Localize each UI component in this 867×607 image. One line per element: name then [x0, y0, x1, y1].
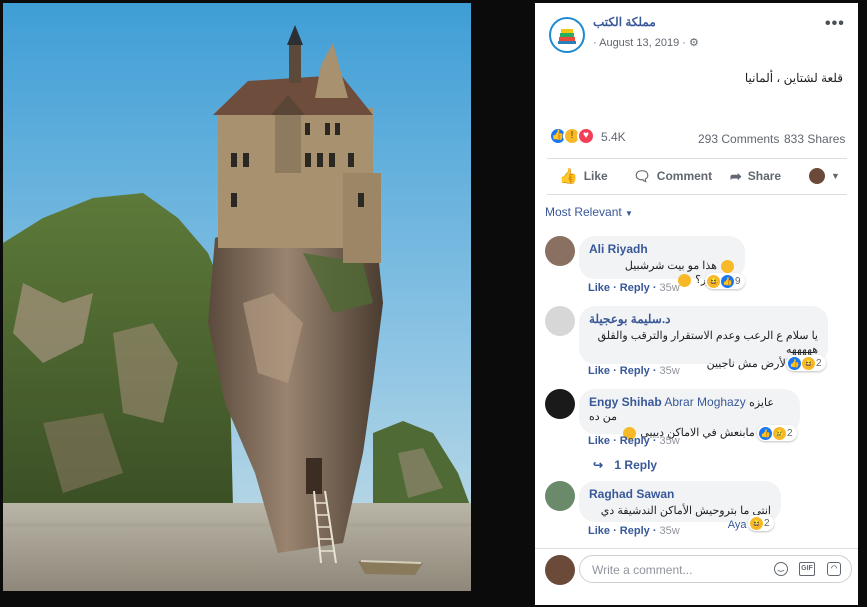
reaction-icons[interactable]: 👍 ! ♥	[549, 127, 599, 145]
post-text: قلعة لشتاين ، ألمانيا	[744, 71, 843, 85]
sort-label: Most Relevant	[545, 205, 622, 219]
write-comment-input[interactable]: Write a comment... ‿ GIF ◠	[579, 555, 852, 583]
more-options-button[interactable]: •••	[825, 15, 845, 33]
haha-reaction-icon: 😆	[707, 274, 720, 288]
comment-reaction-count: 9	[735, 275, 741, 287]
caret-down-icon: ▼	[625, 209, 633, 218]
reaction-count[interactable]: 5.4K	[601, 130, 626, 144]
like-button[interactable]: 👍 Like	[559, 161, 608, 191]
comment-bubble-icon: 🗨	[633, 167, 651, 184]
like-label: Like	[583, 169, 608, 183]
smile-icon[interactable]: ‿	[774, 562, 788, 576]
divider	[547, 194, 847, 195]
comment-author[interactable]: Raghad Sawan	[589, 487, 771, 501]
divider	[547, 158, 847, 159]
love-reaction-icon: ♥	[577, 127, 595, 145]
gear-icon: ⚙	[689, 37, 699, 49]
comment-like-link[interactable]: Like	[588, 435, 610, 447]
view-replies-label: 1 Reply	[614, 458, 658, 472]
caret-down-icon: ▼	[831, 171, 840, 181]
comment-actions: Like · Reply · 35w	[588, 282, 680, 294]
screen: مملكة الكتب · August 13, 2019 · ⚙ ••• قل…	[0, 0, 867, 607]
comment-actions: Like · Reply · 35w	[588, 365, 680, 377]
like-reaction-icon: 👍	[788, 356, 801, 370]
comment-author[interactable]: Ali Riyadh	[589, 242, 735, 256]
comment-reactions[interactable]: 😆 2	[748, 515, 774, 531]
comment-author[interactable]: Engy Shihab	[589, 395, 662, 409]
reply-arrow-icon: ↪	[593, 458, 604, 472]
comment-like-link[interactable]: Like	[588, 282, 610, 294]
commenter-avatar[interactable]	[545, 236, 575, 266]
view-replies-link[interactable]: ↪ 1 Reply	[593, 458, 657, 472]
haha-reaction-icon: 😆	[750, 516, 763, 530]
comment-actions: Like · Reply · 35w	[588, 525, 680, 537]
post-date-text[interactable]: · August 13, 2019 ·	[593, 37, 686, 49]
user-avatar	[809, 168, 825, 184]
comment-button[interactable]: 🗨 Comment	[633, 161, 712, 191]
post-panel: مملكة الكتب · August 13, 2019 · ⚙ ••• قل…	[535, 3, 858, 605]
divider	[535, 548, 858, 549]
comment-text-line1: يا سلام ع الرعب وعدم الاستقرار والترقب و…	[597, 330, 818, 356]
comment-like-link[interactable]: Like	[588, 525, 610, 537]
comment-time[interactable]: 35w	[660, 365, 680, 377]
comment-actions: Like · Reply · 35w	[588, 435, 680, 447]
comment-reactions[interactable]: 😆 👍 9	[705, 273, 745, 289]
post-as-menu[interactable]: ▼	[809, 161, 840, 191]
comment-reactions[interactable]: 👍 😢 2	[757, 425, 797, 441]
commenter-avatar[interactable]	[545, 389, 575, 419]
post-date[interactable]: · August 13, 2019 · ⚙	[593, 36, 699, 49]
commenter-avatar[interactable]	[545, 481, 575, 511]
comment-reactions[interactable]: 👍 😆 2	[786, 355, 826, 371]
comment-like-link[interactable]: Like	[588, 365, 610, 377]
comment-reply-link[interactable]: Reply	[620, 282, 650, 294]
books-logo-icon	[558, 29, 576, 44]
gif-icon[interactable]: GIF	[799, 562, 815, 576]
share-button[interactable]: ➦ Share	[730, 161, 781, 191]
thumbs-up-icon: 👍	[559, 168, 578, 185]
comment-header: Engy Shihab Abrar Moghazy عايزه من ده	[589, 395, 790, 423]
write-comment-placeholder: Write a comment...	[592, 563, 693, 577]
comment-tag[interactable]: Aya	[728, 519, 747, 531]
comment-reaction-count: 2	[764, 517, 770, 529]
like-reaction-icon: 👍	[759, 426, 772, 440]
shares-count[interactable]: 833 Shares	[784, 132, 845, 146]
comment-reaction-count: 2	[787, 427, 793, 439]
comment-time[interactable]: 35w	[660, 282, 680, 294]
like-reaction-icon: 👍	[721, 274, 734, 288]
page-avatar[interactable]	[549, 17, 585, 53]
cat-emoji-icon	[678, 273, 692, 287]
sort-comments-dropdown[interactable]: Most Relevant ▼	[545, 205, 633, 219]
comment-author[interactable]: د.سليمة بوعجيلة	[589, 312, 818, 326]
sad-reaction-icon: 😢	[773, 426, 786, 440]
current-user-avatar	[545, 555, 575, 585]
comment-reply-link[interactable]: Reply	[620, 525, 650, 537]
share-arrow-icon: ➦	[730, 167, 742, 184]
share-label: Share	[747, 169, 782, 183]
comments-count[interactable]: 293 Comments	[698, 132, 779, 146]
haha-reaction-icon: 😆	[802, 356, 815, 370]
commenter-avatar[interactable]	[545, 306, 575, 336]
page-name[interactable]: مملكة الكتب	[593, 15, 656, 29]
castle-photo-image	[3, 3, 471, 591]
sticker-icon[interactable]: ◠	[827, 562, 841, 576]
smile-emoji-icon	[721, 259, 734, 273]
comment-time[interactable]: 35w	[660, 435, 680, 447]
comment-time[interactable]: 35w	[660, 525, 680, 537]
comment-label: Comment	[656, 169, 713, 183]
post-photo[interactable]	[3, 3, 471, 591]
comment-tag[interactable]: Abrar Moghazy	[664, 395, 745, 409]
comment-reply-link[interactable]: Reply	[620, 435, 650, 447]
comment-reaction-count: 2	[816, 357, 822, 369]
comment-reply-link[interactable]: Reply	[620, 365, 650, 377]
